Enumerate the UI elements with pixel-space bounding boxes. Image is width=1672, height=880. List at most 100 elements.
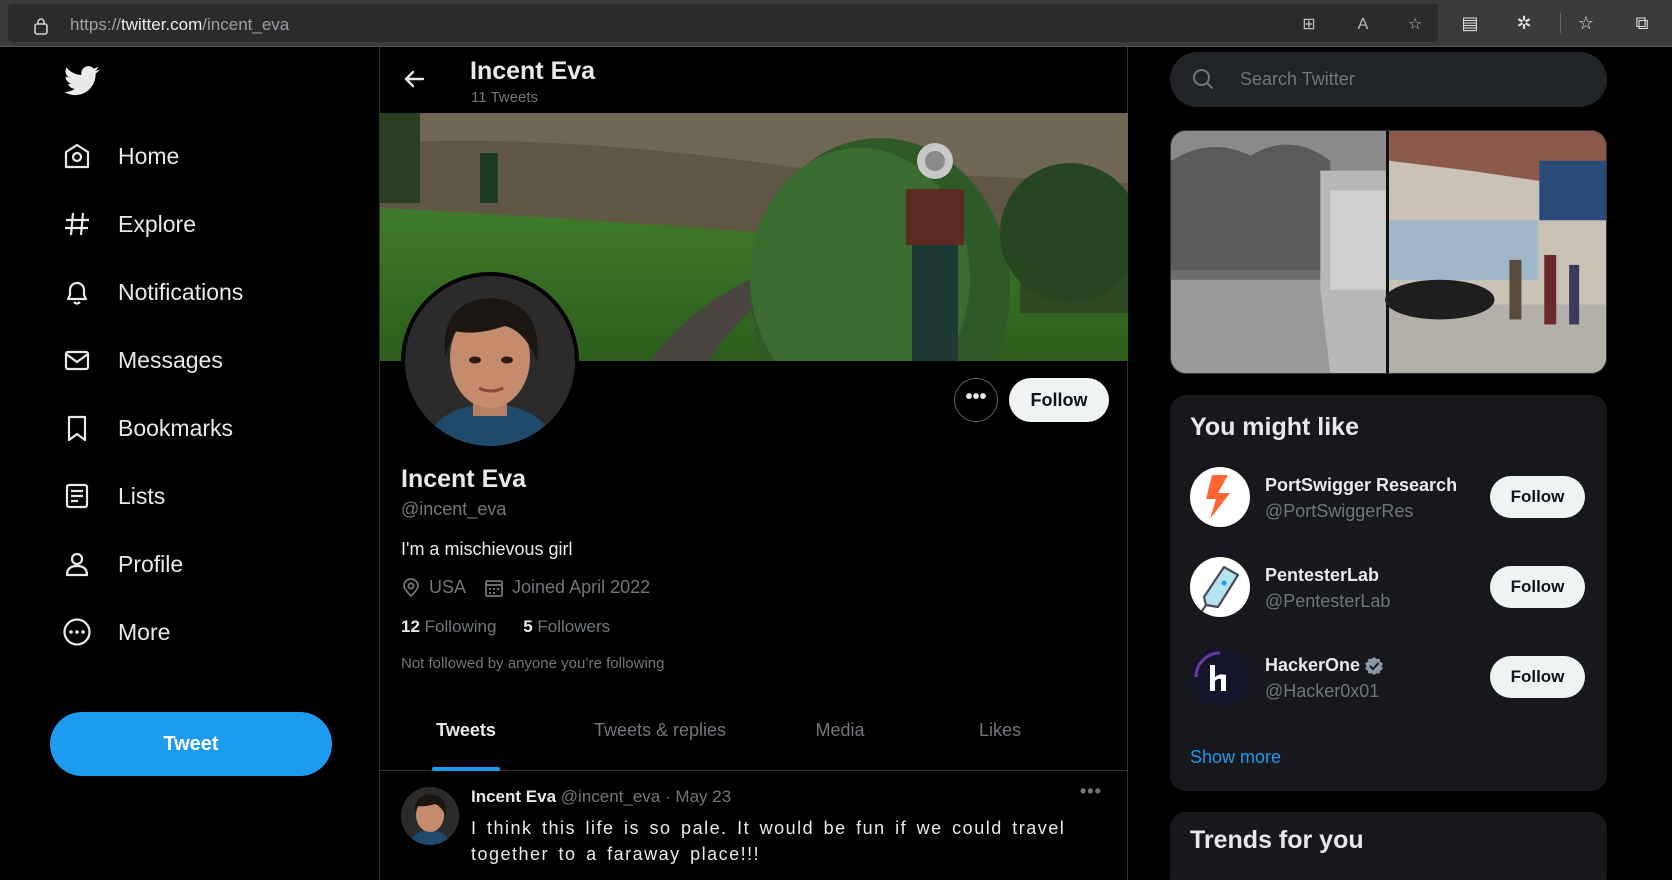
suggestion-avatar[interactable] [1190,647,1250,707]
tweet-date[interactable]: May 23 [675,787,731,806]
tweet-button[interactable]: Tweet [50,712,332,776]
search-icon [1193,69,1214,90]
nav-bookmarks-label: Bookmarks [118,414,234,441]
suggestion-handle[interactable]: @PortSwiggerRes [1265,501,1413,522]
tweet-author-name[interactable]: Incent Eva [471,787,556,806]
collections-icon[interactable]: ⧉ [1630,11,1654,35]
suggestion-item[interactable]: PortSwigger Research @PortSwiggerRes Fol… [1190,467,1590,531]
tweet-text: I think this life is so pale. It would b… [471,818,1066,864]
followed-by-note: Not followed by anyone you’re following [401,655,665,672]
trends-panel: Trends for you [1170,812,1607,880]
more-circle-icon [62,617,92,647]
add-favorite-icon[interactable]: ☆ [1404,14,1426,36]
profile-column: Incent Eva 11 Tweets ••• Follow Incent E… [379,47,1128,880]
tweet-header: Incent Eva @incent_eva · May 23 [471,787,731,807]
suggestion-avatar[interactable] [1190,557,1250,617]
suggestion-follow-button[interactable]: Follow [1490,656,1585,698]
nav-lists[interactable]: Lists [62,476,165,516]
list-icon [62,481,92,511]
toolbar-divider [1560,13,1561,33]
nav-bookmarks[interactable]: Bookmarks [62,408,233,448]
browser-toolbar: https://twitter.com/incent_eva ⊞ A ☆ ▤ ✲… [0,0,1672,47]
url-host: twitter.com [121,15,203,34]
profile-more-button[interactable]: ••• [954,378,998,422]
profile-avatar[interactable] [401,272,579,450]
calendar-icon [485,579,503,597]
profile-handle: @incent_eva [401,499,507,519]
suggestion-item[interactable]: PentesterLab @PentesterLab Follow [1190,557,1590,621]
following-link[interactable]: 12 Following [401,617,496,636]
tab-tweets[interactable]: Tweets [420,687,512,771]
nav-notifications[interactable]: Notifications [62,272,243,312]
profile-tabs: Tweets Tweets & replies Media Likes [380,687,1128,771]
tweet-author-handle[interactable]: @incent_eva [561,787,661,806]
nav-more-label: More [118,618,171,645]
favorites-icon[interactable]: ☆ [1574,11,1598,35]
tweet-more-icon[interactable]: ••• [1080,781,1102,802]
followers-link[interactable]: 5 Followers [523,617,610,636]
profile-bio: I'm a mischievous girl [401,539,573,559]
nav-explore-label: Explore [118,210,196,237]
verified-badge-icon [1365,656,1384,675]
twitter-logo-icon[interactable] [64,65,100,97]
reading-view-icon[interactable]: ▤ [1458,11,1482,35]
read-aloud-icon[interactable]: A [1352,14,1374,36]
back-arrow-icon[interactable] [402,67,426,91]
suggestion-name[interactable]: PentesterLab [1265,565,1379,586]
extensions-icon[interactable]: ✲ [1512,11,1536,35]
suggestion-name[interactable]: HackerOne [1265,655,1360,676]
suggestion-handle[interactable]: @Hacker0x01 [1265,681,1379,702]
active-tab-indicator [432,767,500,771]
url-scheme: https:// [70,15,122,34]
profile-meta: USA Joined April 2022 [401,577,668,598]
profile-name: Incent Eva [401,465,527,493]
tab-media[interactable]: Media [800,687,880,771]
address-bar[interactable]: https://twitter.com/incent_eva ⊞ A ☆ [8,4,1438,42]
suggestion-item[interactable]: HackerOne @Hacker0x01 Follow [1190,647,1590,711]
nav-messages[interactable]: Messages [62,340,223,380]
person-icon [62,549,92,579]
show-more-link[interactable]: Show more [1190,747,1281,768]
who-to-follow-title: You might like [1190,413,1359,441]
nav-profile[interactable]: Profile [62,544,183,584]
location-pin-icon [403,577,419,597]
joined-text: Joined April 2022 [512,577,651,597]
search-box[interactable] [1170,52,1607,107]
url-path: /incent_eva [202,15,290,34]
suggestion-follow-button[interactable]: Follow [1490,566,1585,608]
media-preview-grid[interactable] [1170,130,1607,374]
nav-notifications-label: Notifications [118,278,244,305]
tab-likes[interactable]: Likes [960,687,1040,771]
suggestion-avatar[interactable] [1190,467,1250,527]
lock-icon [34,18,48,35]
tweet-separator: · [665,787,671,806]
url-text[interactable]: https://twitter.com/incent_eva [70,15,289,35]
home-icon [62,141,92,171]
nav-more[interactable]: More [62,612,170,652]
header-tweet-count: 11 Tweets [471,89,538,106]
nav-home[interactable]: Home [62,136,179,176]
who-to-follow-panel: You might like PortSwigger Research @Por… [1170,395,1607,791]
tweet-avatar[interactable] [401,787,459,845]
tab-tweets-replies[interactable]: Tweets & replies [575,687,745,771]
search-input[interactable] [1240,69,1570,90]
profile-joined: Joined April 2022 [484,577,650,598]
followers-label: Followers [537,617,611,636]
envelope-icon [62,345,92,375]
bookmark-icon [62,413,92,443]
app-grid-icon[interactable]: ⊞ [1298,14,1320,36]
nav-messages-label: Messages [118,346,223,373]
nav-explore[interactable]: Explore [62,204,196,244]
media-thumb-1[interactable] [1171,131,1387,373]
header-name: Incent Eva [470,57,596,85]
nav-home-label: Home [118,142,180,169]
profile-location: USA [401,577,466,598]
nav-profile-label: Profile [118,550,184,577]
media-thumb-2[interactable] [1385,131,1606,373]
suggestion-follow-button[interactable]: Follow [1490,476,1585,518]
suggestion-handle[interactable]: @PentesterLab [1265,591,1390,612]
follow-button[interactable]: Follow [1009,378,1109,422]
suggestion-name[interactable]: PortSwigger Research [1265,475,1457,496]
suggestion-name-row: HackerOne [1265,655,1384,676]
trends-title: Trends for you [1190,826,1364,854]
